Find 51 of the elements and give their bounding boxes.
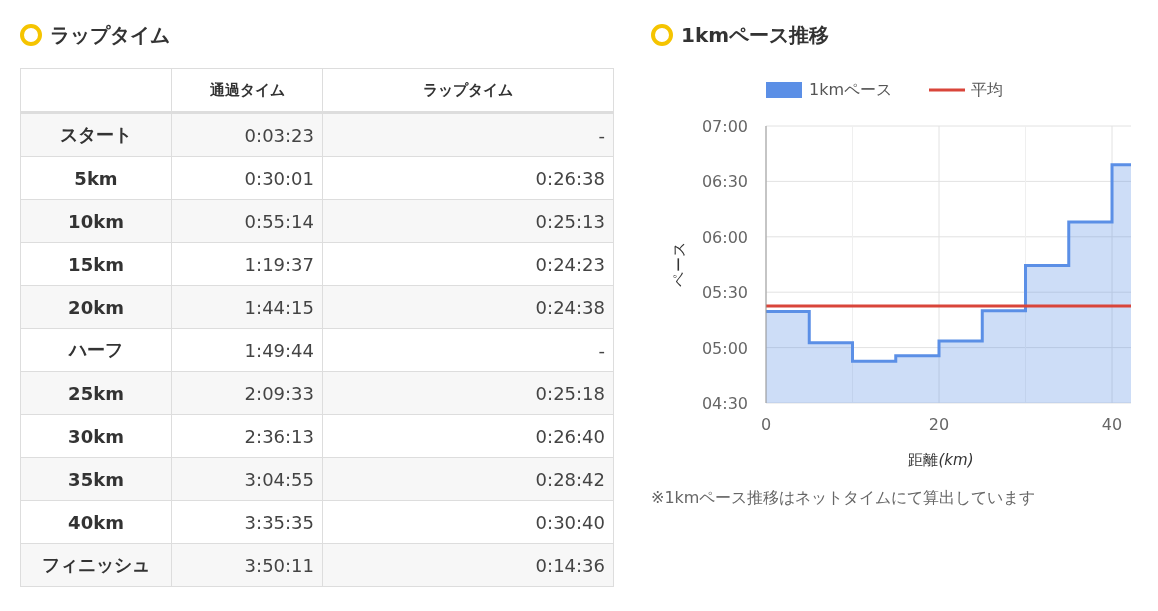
table-cell: 2:09:33 (171, 371, 323, 415)
row-header: 5km (20, 156, 172, 200)
x-tick-label: 40 (1101, 415, 1123, 434)
row-header: スタート (20, 112, 172, 157)
x-axis-title: 距離(km) (908, 451, 974, 469)
row-header: 20km (20, 285, 172, 329)
row-header: 30km (20, 414, 172, 458)
row-header: 15km (20, 242, 172, 286)
table-cell: 0:25:18 (322, 371, 614, 415)
table-cell: 0:26:40 (322, 414, 614, 458)
row-header: ハーフ (20, 328, 172, 372)
table-cell: 1:49:44 (171, 328, 323, 372)
table-cell: 2:36:13 (171, 414, 323, 458)
legend-label: 平均 (971, 80, 1003, 99)
row-header: 40km (20, 500, 172, 544)
table-cell: 0:14:36 (322, 543, 614, 587)
y-axis-title: ペース (670, 242, 688, 287)
ring-icon (651, 24, 673, 46)
row-header: 25km (20, 371, 172, 415)
table-cell: 0:28:42 (322, 457, 614, 501)
table-cell: 0:24:23 (322, 242, 614, 286)
y-tick-label: 05:30 (701, 283, 748, 303)
table-cell: 3:50:11 (171, 543, 323, 587)
table-cell: - (322, 112, 614, 157)
table-cell: 1:19:37 (171, 242, 323, 286)
ring-icon (20, 24, 42, 46)
y-tick-label: 04:30 (701, 394, 748, 413)
legend-label: 1kmペース (809, 80, 893, 99)
y-tick-label: 07:00 (701, 117, 748, 136)
row-header: 10km (20, 199, 172, 243)
footnote: ※1kmペース推移はネットタイムにて算出しています (651, 488, 1037, 509)
table-cell: 0:55:14 (171, 199, 323, 243)
table-cell: 0:30:01 (171, 156, 323, 200)
y-tick-label: 05:00 (701, 338, 748, 358)
row-header: 35km (20, 457, 172, 501)
table-cell: 3:04:55 (171, 457, 323, 501)
section-title: 1kmペース推移 (681, 21, 830, 49)
table-cell: 0:26:38 (322, 156, 614, 200)
table-cell: 1:44:15 (171, 285, 323, 329)
table-cell: 0:25:13 (322, 199, 614, 243)
section-title: ラップタイム (50, 21, 170, 49)
row-header: フィニッシュ (20, 543, 172, 587)
y-tick-label: 06:00 (701, 227, 748, 247)
table-cell: 0:03:23 (171, 112, 323, 157)
x-tick-label: 0 (760, 415, 772, 434)
table-cell: 0:30:40 (322, 500, 614, 544)
table-cell: 0:24:38 (322, 285, 614, 329)
table-cell: - (322, 328, 614, 372)
y-tick-label: 06:30 (701, 172, 748, 192)
table-cell: 3:35:35 (171, 500, 323, 544)
x-tick-label: 20 (928, 415, 950, 434)
